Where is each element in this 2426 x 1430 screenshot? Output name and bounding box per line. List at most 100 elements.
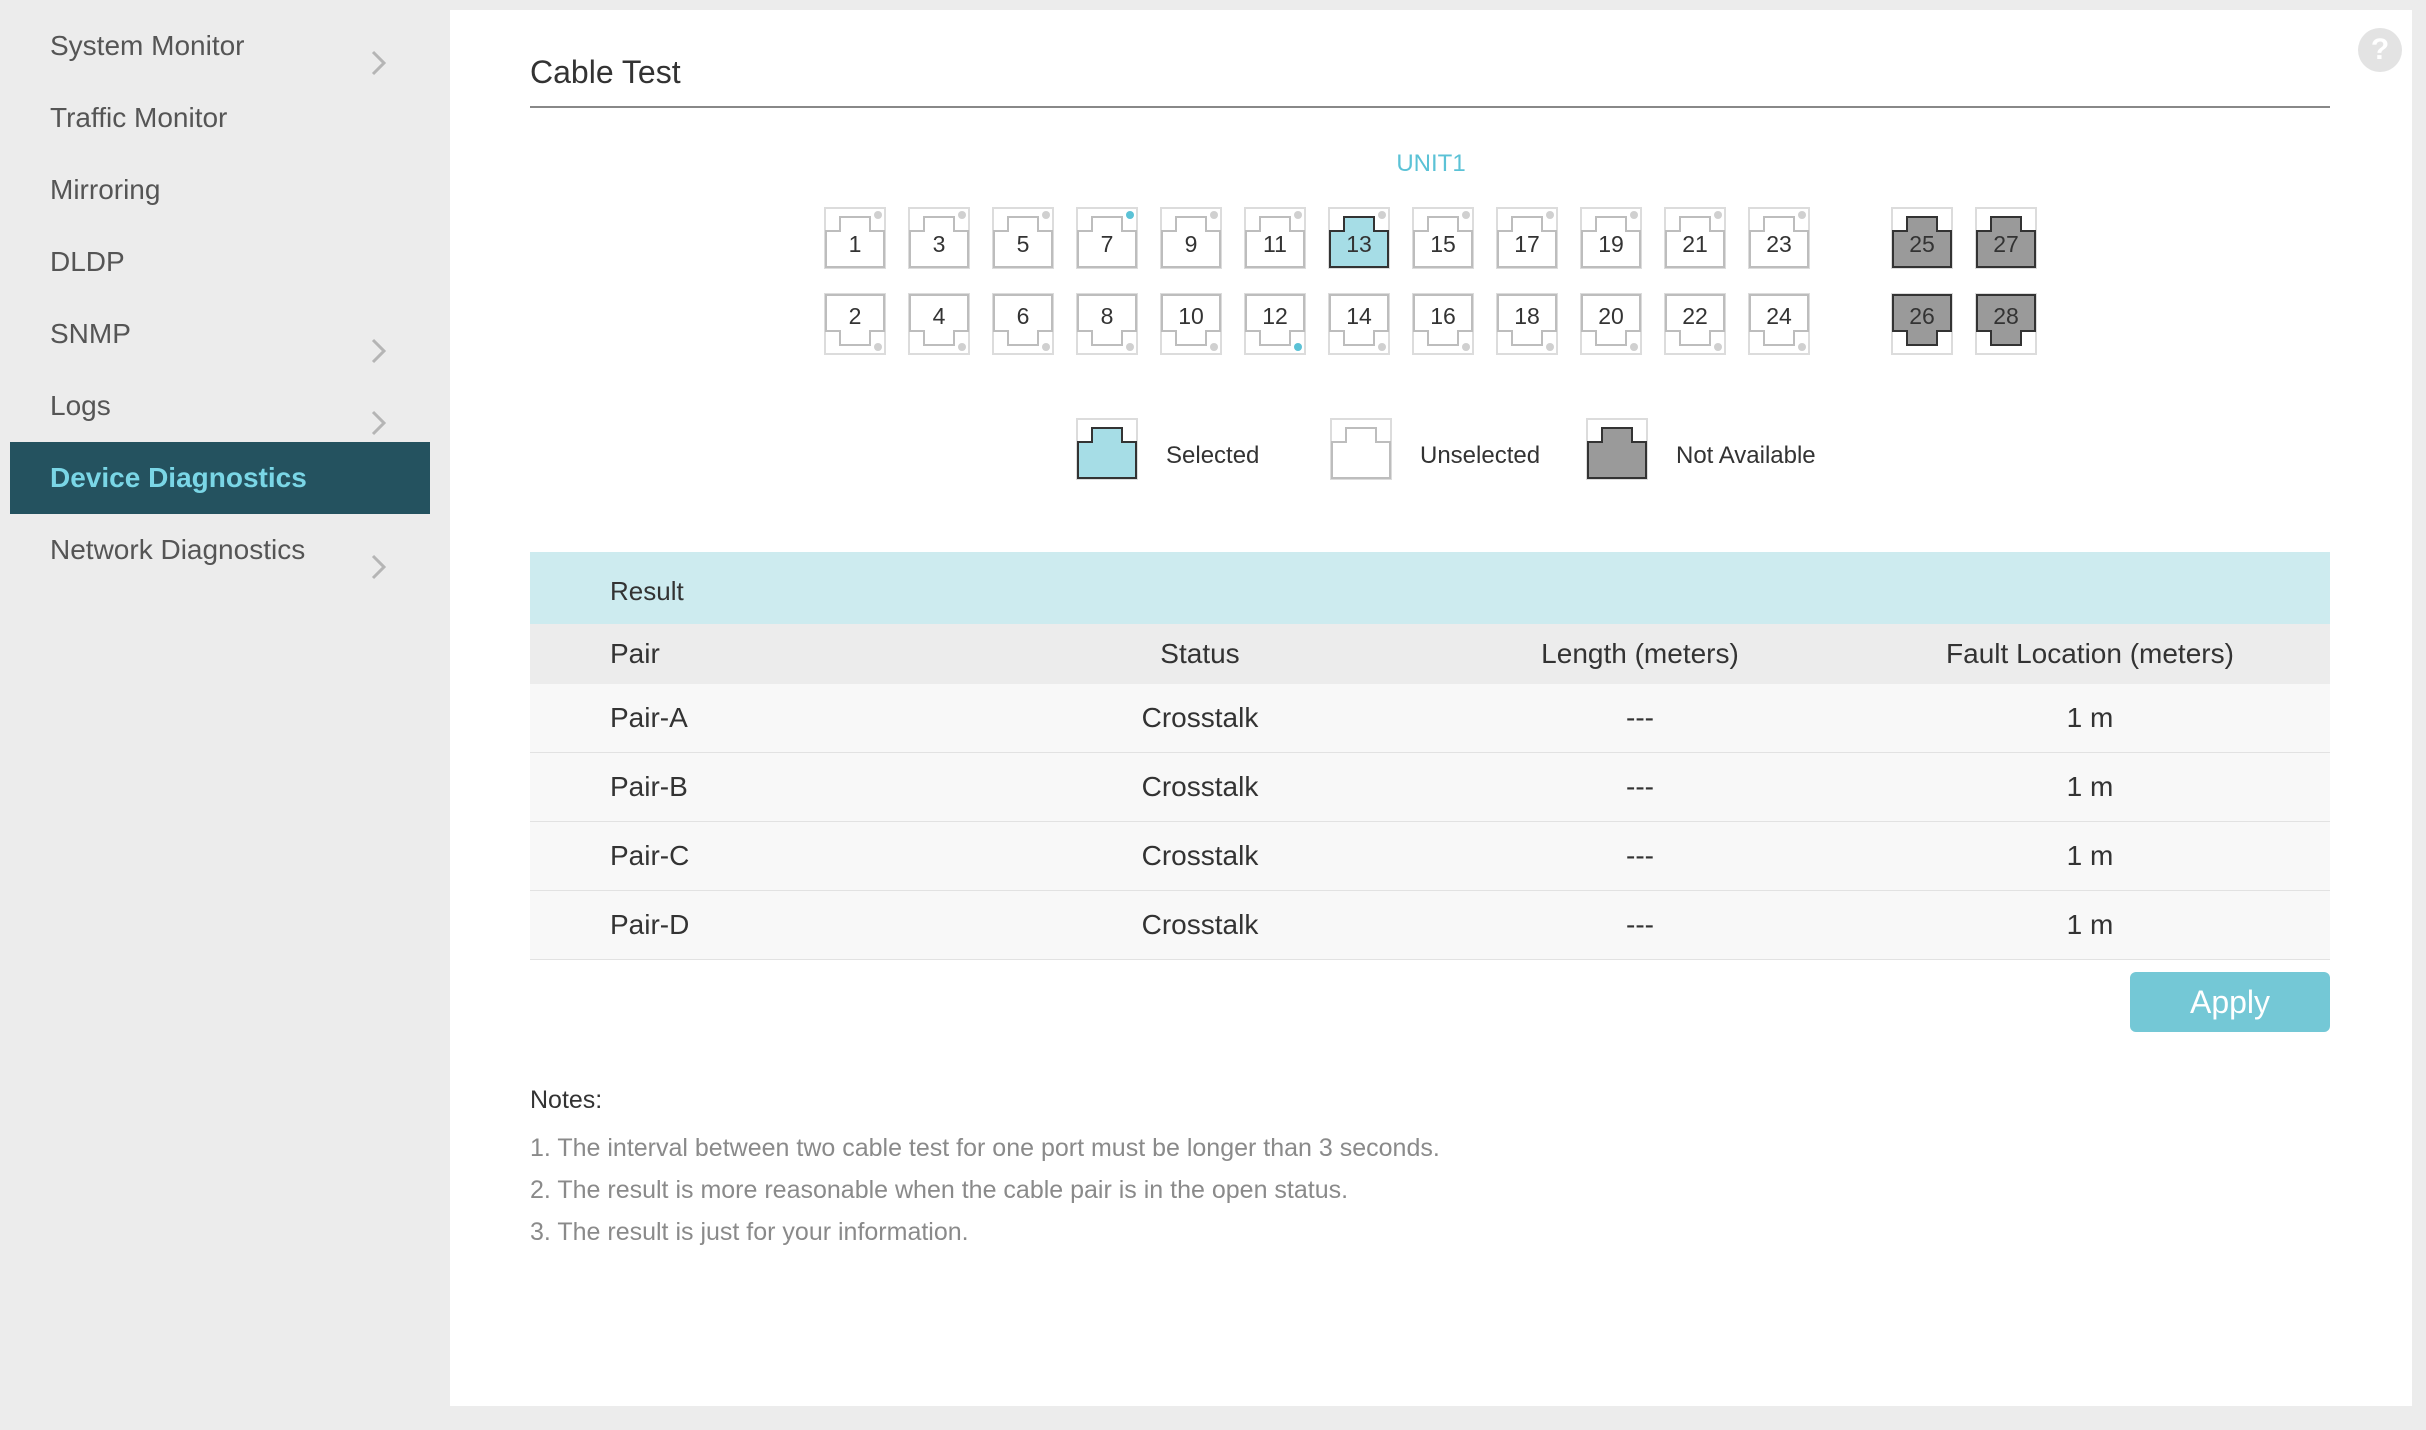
apply-button[interactable]: Apply (2130, 972, 2330, 1032)
port-5[interactable]: 5 (992, 207, 1054, 269)
sidebar-item-label: SNMP (50, 318, 131, 349)
port-7[interactable]: 7 (1076, 207, 1138, 269)
sidebar-item-traffic-monitor[interactable]: Traffic Monitor (10, 82, 430, 154)
fault-location-cell: 1 m (2066, 840, 2114, 871)
port-number: 26 (1909, 303, 1935, 329)
legend-not-available-label: Not Available (1676, 442, 1816, 469)
port-13[interactable]: 13 (1328, 207, 1390, 269)
sidebar-item-label: System Monitor (50, 30, 245, 61)
port-16[interactable]: 16 (1412, 293, 1474, 355)
legend-selected-label: Selected (1166, 442, 1260, 469)
port-17[interactable]: 17 (1496, 207, 1558, 269)
column-header-length: Length (meters) (1541, 638, 1739, 669)
title-divider (530, 106, 2330, 108)
port-number: 20 (1598, 303, 1624, 329)
port-number: 24 (1766, 303, 1792, 329)
pair-cell: Pair-A (610, 702, 688, 733)
table-row: Pair-C Crosstalk --- 1 m (530, 822, 2330, 891)
port-15[interactable]: 15 (1412, 207, 1474, 269)
length-cell: --- (1626, 909, 1654, 940)
port-number: 8 (1100, 303, 1114, 329)
result-title: Result (610, 576, 684, 606)
column-header-fault-location: Fault Location (meters) (1946, 638, 2234, 669)
sidebar-item-label: Device Diagnostics (50, 462, 307, 493)
table-header-row: Pair Status Length (meters) Fault Locati… (530, 624, 2330, 684)
legend-unselected-label: Unselected (1420, 442, 1541, 469)
port-number: 22 (1682, 303, 1708, 329)
column-header-status: Status (1160, 638, 1240, 669)
port-number: 4 (932, 303, 946, 329)
sidebar-item-dldp[interactable]: DLDP (10, 226, 430, 298)
column-header-pair: Pair (610, 638, 660, 669)
port-number: 28 (1993, 303, 2019, 329)
notes-title: Notes: (530, 1086, 603, 1114)
note-item: 1. The interval between two cable test f… (530, 1134, 1440, 1162)
page-title: Cable Test (530, 54, 681, 90)
pair-cell: Pair-C (610, 840, 690, 871)
sidebar-item-label: DLDP (50, 246, 125, 277)
sidebar-item-label: Traffic Monitor (50, 102, 228, 133)
chevron-right-icon (364, 320, 392, 364)
port-number: 9 (1184, 231, 1198, 257)
note-item: 2. The result is more reasonable when th… (530, 1176, 1349, 1204)
chevron-right-icon (364, 392, 392, 436)
sidebar-item-mirroring[interactable]: Mirroring (10, 154, 430, 226)
port-22[interactable]: 22 (1664, 293, 1726, 355)
port-number: 15 (1430, 231, 1456, 257)
port-11[interactable]: 11 (1244, 207, 1306, 269)
status-cell: Crosstalk (1141, 909, 1259, 940)
sidebar-item-snmp[interactable]: SNMP (10, 298, 430, 370)
fault-location-cell: 1 m (2066, 909, 2114, 940)
fault-location-cell: 1 m (2066, 702, 2114, 733)
sidebar-nav: System Monitor Traffic Monitor Mirroring… (10, 10, 430, 1406)
port-number: 13 (1346, 231, 1372, 257)
port-number: 16 (1430, 303, 1456, 329)
port-28: 28 (1975, 293, 2037, 355)
port-10[interactable]: 10 (1160, 293, 1222, 355)
chevron-right-icon (364, 536, 392, 580)
port-26: 26 (1891, 293, 1953, 355)
port-24[interactable]: 24 (1748, 293, 1810, 355)
sidebar-item-label: Mirroring (50, 174, 161, 205)
port-number: 23 (1766, 231, 1792, 257)
port-25: 25 (1891, 207, 1953, 269)
question-icon[interactable]: ? (2358, 28, 2402, 72)
port-9[interactable]: 9 (1160, 207, 1222, 269)
port-21[interactable]: 21 (1664, 207, 1726, 269)
port-12[interactable]: 12 (1244, 293, 1306, 355)
port-8[interactable]: 8 (1076, 293, 1138, 355)
sidebar-item-system-monitor[interactable]: System Monitor (10, 10, 430, 82)
port-number: 11 (1263, 231, 1287, 257)
port-number: 3 (932, 231, 946, 257)
port-number: 19 (1598, 231, 1624, 257)
port-18[interactable]: 18 (1496, 293, 1558, 355)
sidebar-item-device-diagnostics[interactable]: Device Diagnostics (10, 442, 430, 514)
port-1[interactable]: 1 (824, 207, 886, 269)
port-6[interactable]: 6 (992, 293, 1054, 355)
port-number: 5 (1016, 231, 1030, 257)
port-number: 12 (1262, 303, 1288, 329)
port-3[interactable]: 3 (908, 207, 970, 269)
port-2[interactable]: 2 (824, 293, 886, 355)
port-number: 17 (1514, 231, 1540, 257)
sidebar-item-network-diagnostics[interactable]: Network Diagnostics (10, 514, 430, 586)
port-23[interactable]: 23 (1748, 207, 1810, 269)
main-panel: ? Cable Test UNIT1 1 3 5 7 9 11 13 15 17 19 21 23 2 4… (450, 10, 2412, 1406)
fault-location-cell: 1 m (2066, 771, 2114, 802)
pair-cell: Pair-D (610, 909, 690, 940)
port-4[interactable]: 4 (908, 293, 970, 355)
sidebar-item-label: Network Diagnostics (50, 534, 306, 565)
port-14[interactable]: 14 (1328, 293, 1390, 355)
port-number: 14 (1346, 303, 1372, 329)
port-number: 6 (1016, 303, 1030, 329)
port-27: 27 (1975, 207, 2037, 269)
sidebar-item-logs[interactable]: Logs (10, 370, 430, 442)
port-20[interactable]: 20 (1580, 293, 1642, 355)
table-row: Pair-B Crosstalk --- 1 m (530, 753, 2330, 822)
port-number: 1 (848, 231, 862, 257)
length-cell: --- (1626, 702, 1654, 733)
length-cell: --- (1626, 771, 1654, 802)
length-cell: --- (1626, 840, 1654, 871)
port-19[interactable]: 19 (1580, 207, 1642, 269)
result-table: Pair Status Length (meters) Fault Locati… (530, 624, 2330, 960)
